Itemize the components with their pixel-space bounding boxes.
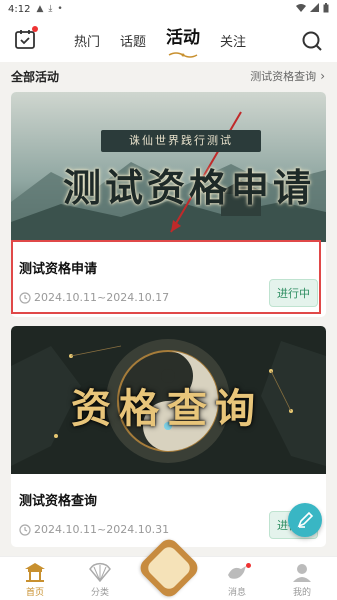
- section-header: 全部活动 测试资格查询 ›: [0, 62, 337, 90]
- event-info: 测试资格申请 2024.10.11~2024.10.17 进行中: [11, 242, 326, 317]
- nav-item-messages[interactable]: 消息: [207, 561, 267, 598]
- top-header: 热门 话题 活动 关注: [0, 18, 337, 62]
- home-pavilion-icon: [25, 563, 45, 582]
- event-banner[interactable]: 诛仙世界践行测试 测试资格申请: [11, 92, 326, 242]
- search-button[interactable]: [301, 30, 323, 52]
- dot-icon: •: [57, 4, 63, 14]
- event-banner[interactable]: 资格查询: [11, 326, 326, 474]
- tab-events[interactable]: 活动: [166, 23, 200, 58]
- section-more-link[interactable]: 测试资格查询 ›: [250, 68, 325, 84]
- header-tabs: 热门 话题 活动 关注: [74, 23, 266, 58]
- notification-icon: ▲: [36, 4, 44, 14]
- signal-icon: [310, 3, 319, 15]
- event-title: 测试资格申请: [19, 262, 98, 277]
- message-badge-dot: [246, 563, 251, 568]
- battery-icon: [323, 2, 329, 16]
- pen-icon: [297, 511, 314, 528]
- tab-topics[interactable]: 话题: [120, 31, 146, 54]
- clock-icon: [19, 291, 31, 304]
- tab-following[interactable]: 关注: [220, 31, 246, 54]
- nav-item-profile[interactable]: 我的: [272, 561, 332, 598]
- chevron-right-icon: ›: [320, 69, 325, 83]
- status-bar: 4:12 ▲ ⤓ •: [0, 0, 337, 18]
- nav-item-home[interactable]: 首页: [5, 561, 65, 598]
- event-card[interactable]: 诛仙世界践行测试 测试资格申请 测试资格申请 2024.10.11~2024.1…: [11, 92, 326, 317]
- search-icon: [302, 31, 322, 51]
- event-title: 测试资格查询: [19, 494, 98, 509]
- calendar-button[interactable]: [14, 26, 38, 50]
- bottom-nav: 首页 分类 消息 我的: [0, 535, 337, 600]
- status-badge: 进行中: [269, 279, 318, 307]
- download-icon: ⤓: [48, 4, 53, 14]
- banner-title: 资格查询: [71, 385, 263, 432]
- clock-icon: [19, 523, 31, 536]
- fan-icon: [89, 562, 111, 583]
- status-time: 4:12: [8, 3, 31, 15]
- compose-button[interactable]: [288, 503, 322, 537]
- tab-hot[interactable]: 热门: [74, 31, 100, 54]
- calendar-badge-dot: [32, 26, 38, 32]
- nav-item-category[interactable]: 分类: [70, 561, 130, 598]
- banner-title: 测试资格申请: [63, 165, 316, 210]
- wifi-icon: [296, 3, 306, 15]
- event-card[interactable]: 资格查询 测试资格查询 2024.10.11~2024.10.31 进行中: [11, 326, 326, 547]
- event-info: 测试资格查询 2024.10.11~2024.10.31 进行中: [11, 474, 326, 547]
- profile-icon: [293, 564, 311, 582]
- active-tab-ornament-icon: [168, 52, 198, 58]
- section-title: 全部活动: [11, 70, 60, 84]
- banner-subtitle: 诛仙世界践行测试: [101, 130, 261, 152]
